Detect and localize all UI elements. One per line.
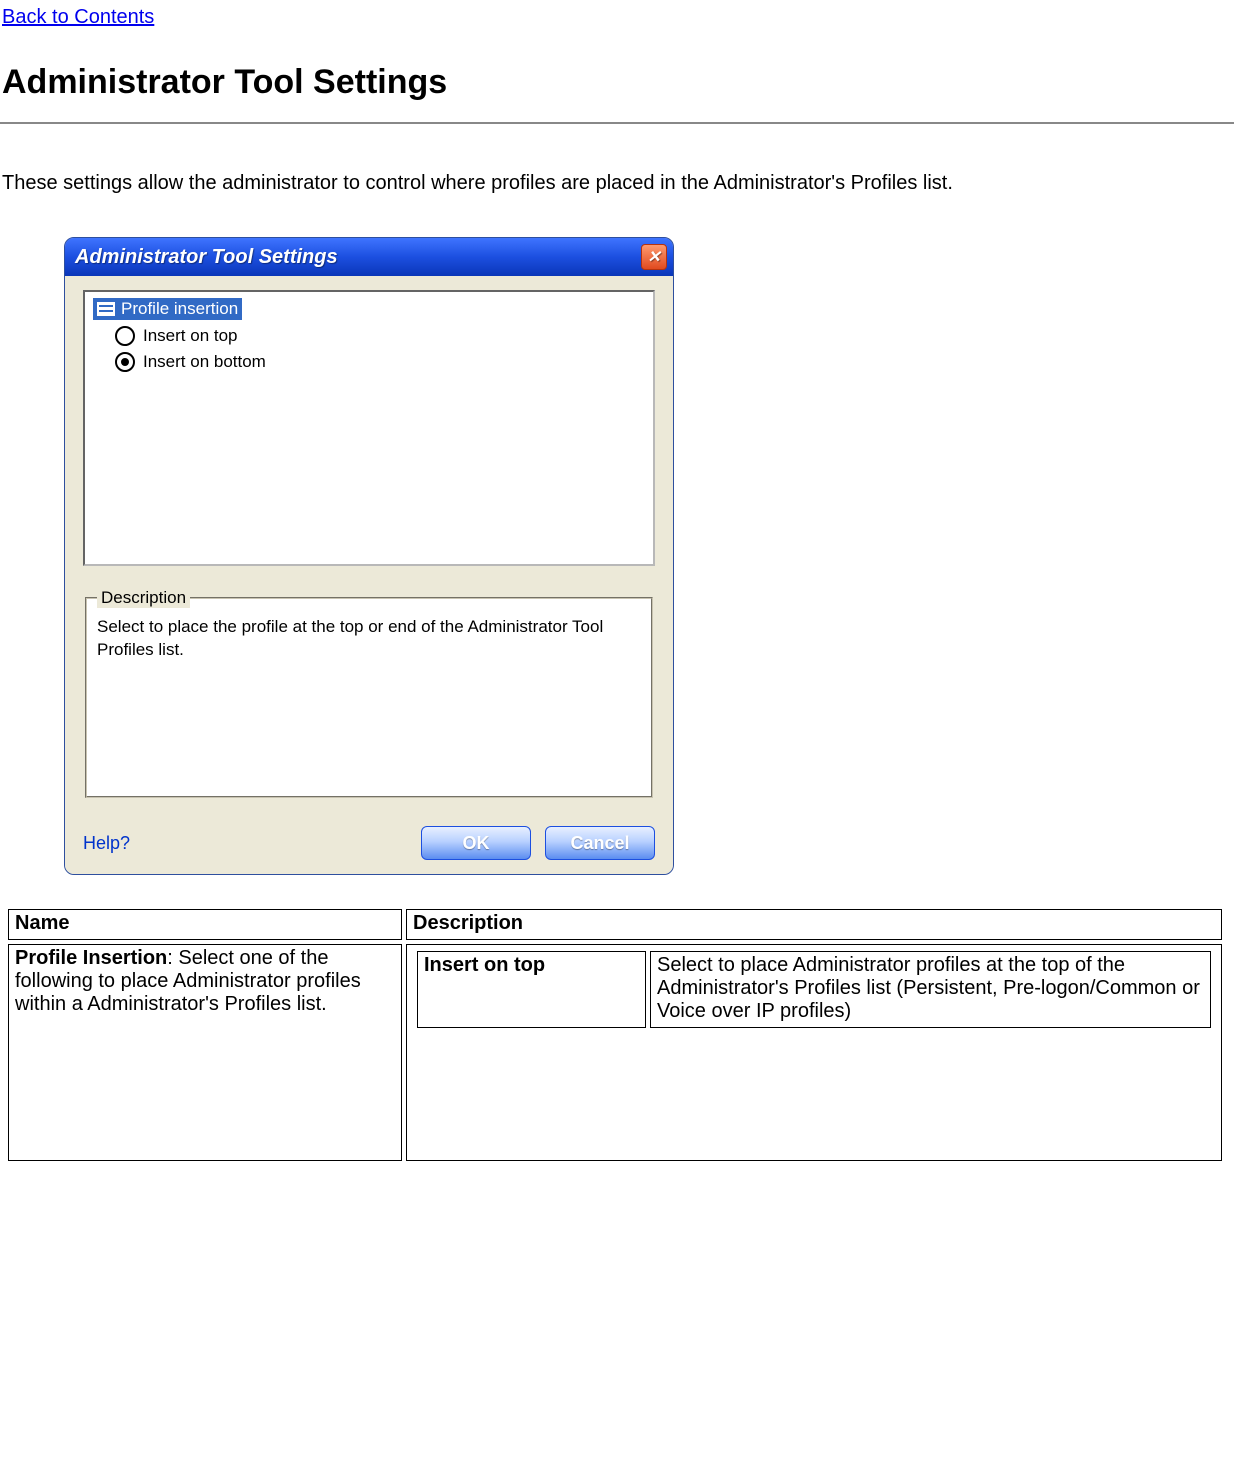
- profile-insertion-label: Profile insertion: [121, 299, 238, 319]
- cell-description: Insert on top Select to place Administra…: [406, 944, 1222, 1161]
- cell-option-desc: Select to place Administrator profiles a…: [650, 951, 1211, 1028]
- th-name: Name: [8, 909, 402, 940]
- cell-option: Insert on top: [417, 951, 646, 1028]
- intro-text: These settings allow the administrator t…: [2, 170, 1194, 197]
- list-icon: [97, 302, 115, 316]
- divider: [0, 122, 1234, 124]
- settings-listbox[interactable]: Profile insertion Insert on top Insert o…: [83, 290, 655, 566]
- cancel-button[interactable]: Cancel: [545, 826, 655, 860]
- inner-table: Insert on top Select to place Administra…: [413, 947, 1215, 1032]
- radio-insert-on-top[interactable]: Insert on top: [115, 326, 645, 346]
- table-header-row: Name Description: [8, 909, 1222, 940]
- ok-button[interactable]: OK: [421, 826, 531, 860]
- page-title: Administrator Tool Settings: [2, 63, 1234, 102]
- description-legend: Description: [97, 588, 190, 608]
- settings-table: Name Description Profile Insertion: Sele…: [4, 905, 1226, 1165]
- radio-insert-on-bottom[interactable]: Insert on bottom: [115, 352, 645, 372]
- dialog-title-bar: Administrator Tool Settings ✕: [65, 238, 673, 276]
- close-icon[interactable]: ✕: [641, 244, 667, 270]
- radio-icon: [115, 326, 135, 346]
- description-text: Select to place the profile at the top o…: [97, 616, 641, 662]
- profile-insertion-header[interactable]: Profile insertion: [93, 298, 242, 320]
- description-fieldset: Description Select to place the profile …: [85, 588, 653, 798]
- radio-label: Insert on bottom: [143, 352, 266, 372]
- back-to-contents-link[interactable]: Back to Contents: [2, 6, 154, 29]
- cell-name-bold: Profile Insertion: [15, 947, 167, 969]
- table-row: Profile Insertion: Select one of the fol…: [8, 944, 1222, 1161]
- help-link[interactable]: Help?: [83, 833, 130, 854]
- dialog-title: Administrator Tool Settings: [75, 246, 338, 269]
- radio-label: Insert on top: [143, 326, 238, 346]
- table-row: Insert on top Select to place Administra…: [417, 951, 1211, 1028]
- dialog-window: Administrator Tool Settings ✕ Profile in…: [64, 237, 674, 875]
- radio-icon: [115, 352, 135, 372]
- th-description: Description: [406, 909, 1222, 940]
- dialog-screenshot: Administrator Tool Settings ✕ Profile in…: [64, 237, 672, 875]
- cell-name: Profile Insertion: Select one of the fol…: [8, 944, 402, 1161]
